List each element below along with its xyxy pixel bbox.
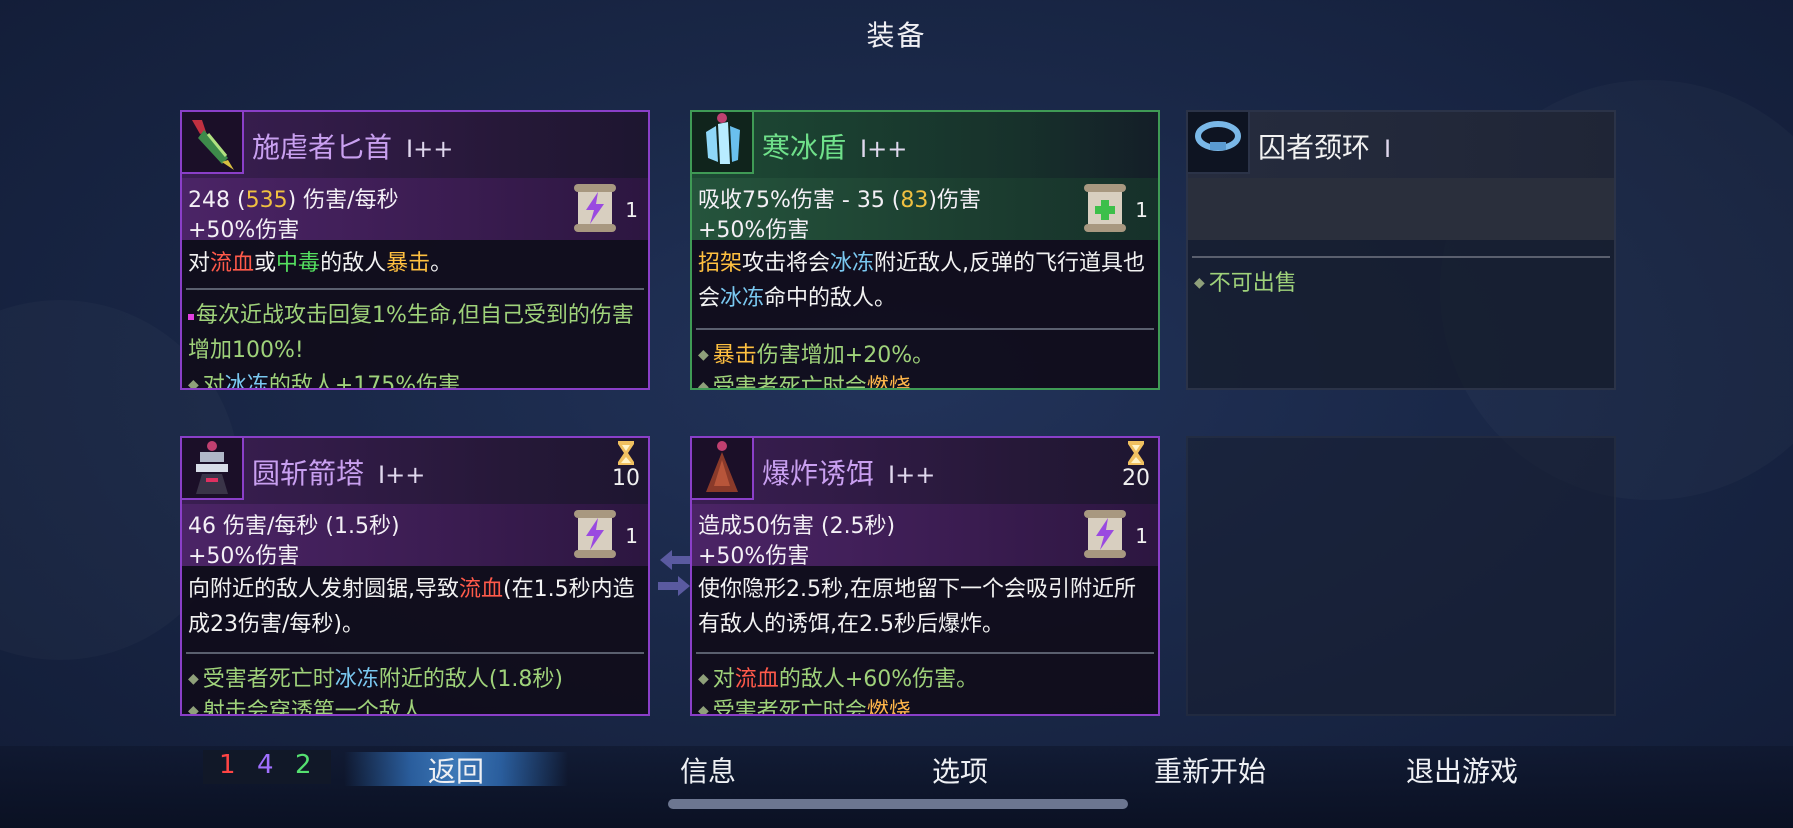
- info-button[interactable]: 信息: [656, 750, 760, 790]
- affix-burn-on-death: ◆ 受害者死亡时会燃烧: [698, 375, 911, 390]
- tactics-scroll-icon: [574, 184, 616, 232]
- damage-stat: 46 伤害/每秒 (1.5秒): [188, 514, 400, 539]
- bonus-stat: +50%伤害: [188, 544, 300, 569]
- scroll-count: 1: [625, 198, 638, 222]
- bonus-stat: +50%伤害: [698, 544, 810, 569]
- equipment-card-turret[interactable]: 圆斩箭塔 I++ 10 46 伤害/每秒 (1.5秒) +50%伤害 1 向附近的…: [180, 436, 650, 716]
- equipment-card-dagger[interactable]: 施虐者匕首 I++ 248 (535) 伤害/每秒 +50%伤害 1 对流血或中毒…: [180, 110, 650, 390]
- stats-panel: 46 伤害/每秒 (1.5秒) +50%伤害 1: [182, 504, 648, 569]
- equipment-card-amulet[interactable]: 囚者颈环 I ◆ 不可出售: [1186, 110, 1616, 390]
- page-title: 装备: [866, 19, 927, 52]
- card-header: [1188, 112, 1614, 178]
- hourglass-icon: [1128, 441, 1144, 465]
- affix-frozen-bonus: ◆ 对冰冻的敌人+175%伤害: [188, 373, 461, 390]
- turret-icon: [182, 438, 244, 500]
- affix-curse: 每次近战攻击回复1%生命,但自己受到的伤害增加100%!: [188, 303, 634, 363]
- damage-stat: 248 (535) 伤害/每秒: [188, 188, 399, 213]
- item-name: 爆炸诱饵 I++: [762, 457, 936, 490]
- divider: [696, 328, 1154, 330]
- back-button[interactable]: 返回: [404, 750, 508, 790]
- survival-count: 2: [295, 750, 312, 780]
- stats-panel: 248 (535) 伤害/每秒 +50%伤害 1: [182, 178, 648, 243]
- divider: [696, 652, 1154, 654]
- hourglass-icon: [618, 441, 634, 465]
- brutality-count: 1: [219, 750, 236, 780]
- affix-crit-damage: ◆ 暴击伤害增加+20%。: [698, 343, 935, 368]
- bonus-stat: +50%伤害: [698, 218, 810, 243]
- stats-panel: 吸收75%伤害 - 35 (83)伤害 +50%伤害 1: [692, 178, 1158, 243]
- equipment-card-ice-shield[interactable]: 寒冰盾 I++ 吸收75%伤害 - 35 (83)伤害 +50%伤害 1 招架攻击…: [690, 110, 1160, 390]
- absorb-stat: 吸收75%伤害 - 35 (83)伤害: [698, 188, 981, 213]
- restart-button[interactable]: 重新开始: [1140, 750, 1280, 790]
- stats-panel: 造成50伤害 (2.5秒) +50%伤害 1: [692, 504, 1158, 569]
- affix-pierce: ◆ 射击会穿透第一个敌人: [188, 699, 423, 716]
- item-name: 圆斩箭塔 I++: [252, 457, 426, 490]
- amulet-icon: [1188, 112, 1250, 174]
- equipment-card-decoy[interactable]: 爆炸诱饵 I++ 20 造成50伤害 (2.5秒) +50%伤害 1 使你隐形2.…: [690, 436, 1160, 716]
- survival-scroll-icon: [1084, 184, 1126, 232]
- cooldown-timer: 10: [612, 438, 640, 491]
- item-description: 对流血或中毒的敌人暴击。: [188, 251, 453, 276]
- scroll-count: 1: [1135, 524, 1148, 548]
- scroll-count: 1: [625, 524, 638, 548]
- cooldown-timer: 20: [1122, 438, 1150, 491]
- scroll-counters: 1 4 2: [203, 750, 331, 784]
- decoy-icon: [692, 438, 754, 500]
- affix-bleeding-bonus: ◆ 对流血的敌人+60%伤害。: [698, 667, 979, 692]
- swap-arrows-icon[interactable]: [658, 548, 692, 598]
- tactics-scroll-icon: [574, 510, 616, 558]
- item-name: 施虐者匕首 I++: [252, 131, 454, 164]
- divider: [1192, 256, 1610, 258]
- item-description: 招架攻击将会冰冻附近敌人,反弹的飞行道具也会冰冻命中的敌人。: [698, 251, 1146, 311]
- divider: [186, 652, 644, 654]
- item-description: 向附近的敌人发射圆锯,导致流血(在1.5秒内造成23伤害/每秒)。: [188, 577, 635, 637]
- item-name: 寒冰盾 I++: [762, 131, 908, 164]
- scroll-count: 1: [1135, 198, 1148, 222]
- home-indicator[interactable]: [668, 799, 1128, 809]
- stats-panel: [1188, 178, 1614, 240]
- tactics-scroll-icon: [1084, 510, 1126, 558]
- damage-stat: 造成50伤害 (2.5秒): [698, 514, 896, 539]
- quit-button[interactable]: 退出游戏: [1392, 750, 1532, 790]
- affix-burn-on-death: ◆ 受害者死亡时会燃烧: [698, 699, 911, 716]
- bonus-stat: +50%伤害: [188, 218, 300, 243]
- item-description: 使你隐形2.5秒,在原地留下一个会吸引附近所有敌人的诱饵,在2.5秒后爆炸。: [698, 577, 1136, 637]
- affix-freeze-on-death: ◆ 受害者死亡时冰冻附近的敌人(1.8秒): [188, 667, 563, 692]
- ice-shield-icon: [692, 112, 754, 174]
- dagger-icon: [182, 112, 244, 174]
- divider: [186, 288, 644, 290]
- options-button[interactable]: 选项: [908, 750, 1012, 790]
- tactics-count: 4: [257, 750, 274, 780]
- empty-equipment-slot[interactable]: [1186, 436, 1616, 716]
- affix-unsellable: ◆ 不可出售: [1194, 271, 1297, 296]
- item-name: 囚者颈环 I: [1258, 131, 1392, 164]
